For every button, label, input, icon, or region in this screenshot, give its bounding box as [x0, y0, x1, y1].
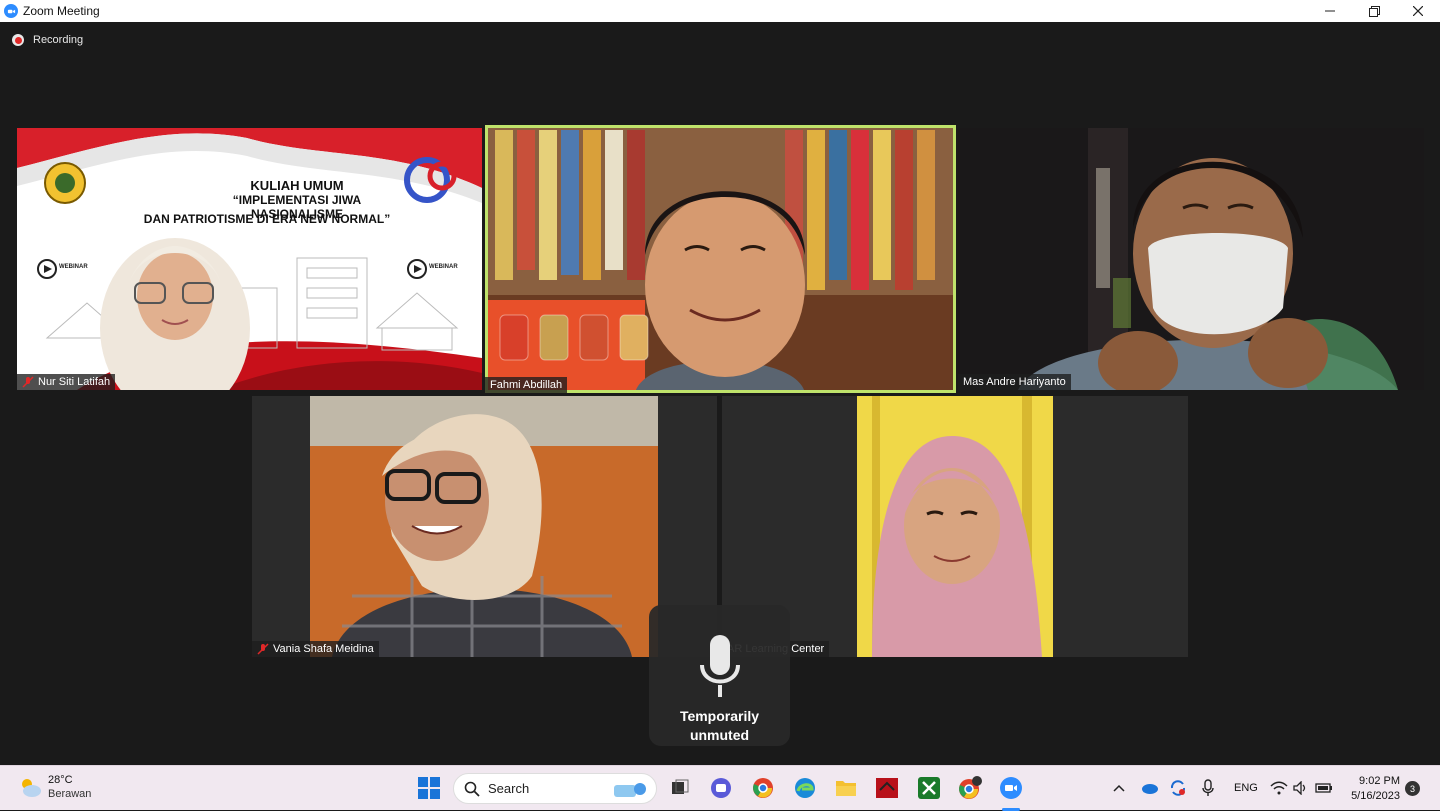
participant-name: Fahmi Abdillah [490, 379, 563, 391]
slide-background [17, 128, 482, 390]
slide-heading-3: DAN PATRIOTISME DI ERA NEW NORMAL” [143, 212, 391, 226]
clock-time: 9:02 PM [1359, 775, 1400, 787]
video-tile-ar-learning-center[interactable]: AR Learning Center [722, 396, 1188, 657]
recording-label: Recording [33, 34, 84, 46]
start-button[interactable] [416, 775, 442, 801]
participant-name-tag: Nur Siti Latifah [17, 374, 116, 390]
taskbar-clock[interactable]: 9:02 PM 5/16/2023 [1351, 774, 1400, 804]
clock-date: 5/16/2023 [1351, 790, 1400, 802]
window-title: Zoom Meeting [23, 4, 100, 18]
taskbar-edge[interactable] [792, 775, 818, 801]
video-tile-vania-shafa-meidina[interactable]: Vania Shafa Meidina [252, 396, 717, 657]
video-feed [485, 125, 956, 393]
tray-onedrive[interactable] [1136, 775, 1162, 801]
weather-cloud-sun-icon [22, 779, 41, 797]
search-label: Search [488, 781, 530, 796]
taskbar-search[interactable]: Search [453, 773, 657, 804]
webinar-badge-left: WEBINAR [59, 264, 88, 270]
taskbar-chrome-profile[interactable] [957, 775, 983, 801]
participant-name-tag: Fahmi Abdillah [485, 377, 568, 393]
participant-name-tag: Mas Andre Hariyanto [958, 374, 1071, 390]
windows-taskbar: 28°C Berawan Search ENG 9:02 PM 5/16/202… [0, 765, 1440, 811]
recording-indicator[interactable]: Recording [12, 34, 83, 46]
microphone-icon [699, 635, 740, 697]
zoom-icon [1000, 777, 1022, 799]
tray-microphone[interactable] [1195, 775, 1221, 801]
video-feed [722, 396, 1188, 657]
task-view-button[interactable] [667, 775, 693, 801]
temporarily-unmuted-overlay: Temporarily unmuted [649, 605, 790, 746]
xbox-icon [918, 777, 940, 799]
slide-heading-1: KULIAH UMUM [250, 178, 344, 193]
tray-battery[interactable] [1311, 775, 1337, 801]
mic-icon [1202, 779, 1214, 796]
chrome-icon [753, 778, 773, 798]
video-feed [252, 396, 717, 657]
video-tile-mas-andre-hariyanto[interactable]: Mas Andre Hariyanto [958, 128, 1424, 390]
taskbar-chat[interactable] [708, 775, 734, 801]
unmute-message-line2: unmuted [689, 727, 750, 743]
weather-temperature: 28°C [48, 774, 73, 786]
sync-icon [1170, 780, 1186, 796]
restore-button[interactable] [1352, 0, 1396, 22]
participant-name: Nur Siti Latifah [38, 376, 111, 388]
minimize-button[interactable] [1308, 0, 1352, 22]
chrome-profile-icon [959, 776, 982, 799]
participant-name: Vania Shafa Meidina [273, 643, 374, 655]
chevron-up-icon [1113, 784, 1125, 792]
video-feed [958, 128, 1424, 390]
app-red-icon [876, 778, 898, 798]
unmute-message: Temporarily unmuted [680, 707, 759, 745]
video-tile-nur-siti-latifah[interactable]: KULIAH UMUM “IMPLEMENTASI JIWA NASIONALI… [17, 128, 482, 390]
taskbar-app-red[interactable] [874, 775, 900, 801]
task-view-icon [672, 779, 689, 794]
weather-widget[interactable]: 28°C Berawan [18, 773, 91, 801]
edge-icon [795, 778, 815, 798]
wifi-icon [1270, 781, 1288, 795]
window-titlebar: Zoom Meeting [0, 0, 1440, 22]
notification-badge[interactable]: 3 [1405, 781, 1420, 796]
search-highlight-icon [614, 782, 646, 797]
battery-icon [1315, 783, 1332, 793]
participant-name-tag: Vania Shafa Meidina [252, 641, 379, 657]
taskbar-chrome[interactable] [750, 775, 776, 801]
language-indicator[interactable]: ENG [1234, 782, 1258, 794]
taskbar-zoom[interactable] [998, 775, 1024, 801]
speaker-icon [1293, 781, 1306, 795]
close-button[interactable] [1396, 0, 1440, 22]
zoom-app-icon [4, 4, 18, 18]
video-tile-fahmi-abdillah[interactable]: Fahmi Abdillah [485, 125, 956, 393]
onedrive-cloud-icon [1142, 784, 1158, 794]
mic-muted-icon [22, 376, 34, 388]
taskbar-xbox[interactable] [916, 775, 942, 801]
search-icon [464, 781, 480, 797]
taskbar-file-explorer[interactable] [833, 775, 859, 801]
mic-muted-icon [257, 643, 269, 655]
unmute-message-line1: Temporarily [679, 708, 760, 724]
participant-name: Mas Andre Hariyanto [963, 376, 1066, 388]
windows-logo-icon [418, 777, 440, 799]
weather-condition: Berawan [48, 788, 92, 800]
tray-sync[interactable] [1165, 775, 1191, 801]
webinar-badge-right: WEBINAR [429, 264, 458, 270]
window-controls [1308, 0, 1440, 22]
tray-overflow-button[interactable] [1106, 775, 1132, 801]
recording-icon [12, 34, 24, 46]
folder-icon [836, 781, 856, 796]
chat-icon [711, 778, 731, 798]
